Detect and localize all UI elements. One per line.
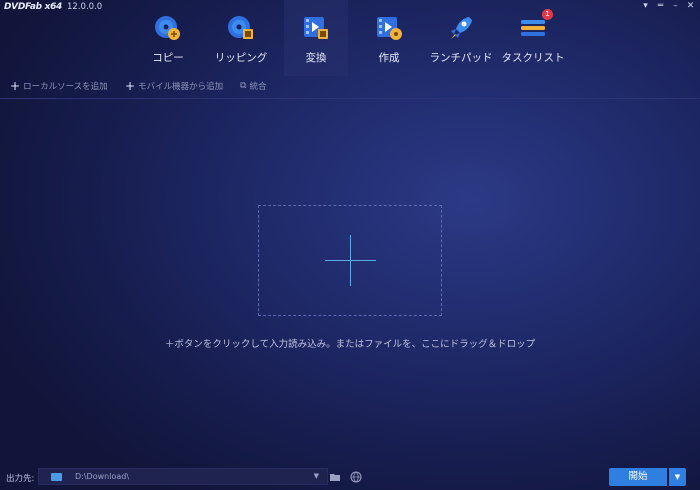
add-local-source-label: ローカルソースを追加: [23, 82, 108, 92]
start-button[interactable]: 開始: [609, 468, 667, 486]
task-list-icon: 1: [519, 9, 553, 42]
plus-icon: +: [10, 79, 21, 93]
nav-ripper-label: リッピング: [214, 52, 268, 64]
output-path: D:\Download\: [75, 472, 130, 481]
nav-copy[interactable]: コピー: [136, 0, 200, 76]
add-local-source-button[interactable]: + ローカルソースを追加: [10, 80, 108, 92]
output-path-field[interactable]: D:\Download\ ▼: [38, 468, 328, 485]
converter-film-icon: [302, 14, 330, 42]
drop-hint: ＋ボタンをクリックして入力読み込み。またはファイルを、ここにドラッグ＆ドロップ: [164, 339, 536, 350]
folder-icon: [51, 473, 62, 481]
output-label: 出力先:: [6, 474, 35, 484]
nav-ripper[interactable]: リッピング: [209, 0, 273, 76]
nav-tasklist-label: タスクリスト: [501, 52, 565, 64]
chevron-down-icon[interactable]: ▼: [314, 472, 319, 480]
plus-icon: +: [125, 79, 136, 93]
launchpad-rocket-icon: [447, 14, 475, 42]
merge-label: 統合: [249, 82, 267, 92]
copy-disc-icon: [154, 14, 182, 42]
nav-converter[interactable]: 変換: [284, 0, 348, 76]
nav-copy-label: コピー: [152, 52, 184, 64]
task-count-badge: 1: [542, 9, 553, 20]
add-mobile-source-button[interactable]: + モバイル機器から追加: [125, 80, 223, 92]
nav-launchpad-label: ランチパッド: [429, 52, 493, 64]
ripper-disc-icon: [227, 14, 255, 42]
nav-tasklist[interactable]: 1 タスクリスト: [500, 0, 566, 76]
merge-icon: ⧉: [240, 81, 247, 91]
toolbar-divider: [0, 98, 700, 99]
add-mobile-source-label: モバイル機器から追加: [138, 82, 224, 92]
creator-film-icon: [375, 14, 403, 42]
globe-icon[interactable]: [350, 471, 362, 483]
nav-launchpad[interactable]: ランチパッド: [429, 0, 493, 76]
source-toolbar: + ローカルソースを追加 + モバイル機器から追加 ⧉ 統合: [0, 80, 700, 96]
browse-folder-icon[interactable]: [329, 471, 341, 483]
nav-creator[interactable]: 作成: [357, 0, 421, 76]
footer-bar: 出力先: D:\Download\ ▼ 開始 ▼: [0, 463, 700, 490]
merge-button[interactable]: ⧉ 統合: [240, 80, 266, 92]
add-plus-icon-vertical[interactable]: [350, 235, 351, 286]
module-nav: コピー リッピング 変換 作成 ランチパッド 1 タスクリスト: [0, 0, 700, 76]
nav-converter-label: 変換: [305, 52, 327, 64]
nav-creator-label: 作成: [378, 52, 400, 64]
start-options-chevron-icon[interactable]: ▼: [669, 468, 686, 486]
